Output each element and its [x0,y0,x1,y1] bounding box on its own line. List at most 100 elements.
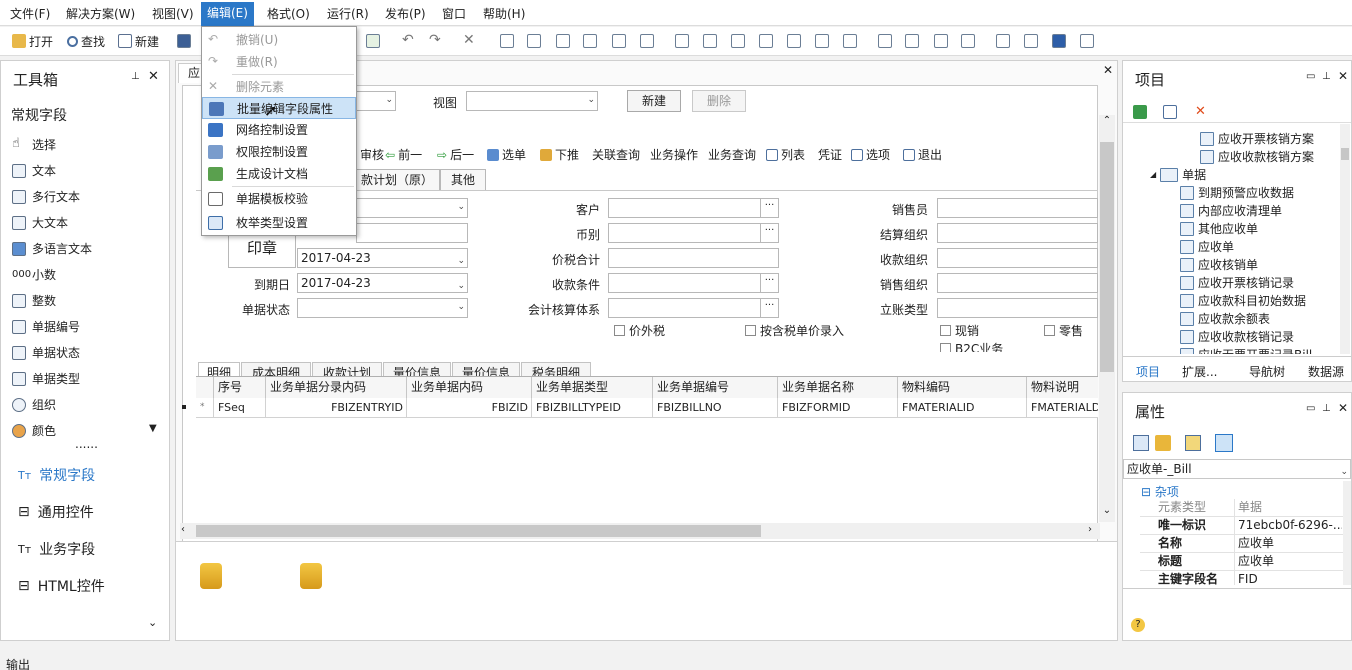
total-field[interactable] [608,248,779,268]
tree-item[interactable]: 应收款科目初始数据 [1180,292,1306,309]
btn-business-query[interactable]: 业务查询 [708,146,756,163]
object-selector[interactable]: 应收单-_Bill ⌄ [1123,459,1351,479]
field-combo-top[interactable]: ⌄ [356,198,468,218]
category-html[interactable]: ⊟ HTML控件 [18,576,105,596]
undo-icon[interactable]: ↶ [402,33,416,48]
bring-front-icon[interactable] [996,34,1010,48]
chevron-down-icon[interactable]: ▼ [149,423,157,434]
prop-row[interactable]: 名称 应收单 [1140,535,1343,553]
btn-list[interactable]: 列表 [766,146,805,163]
maximize-icon[interactable]: ▭ [1306,71,1315,82]
btn-exit[interactable]: 退出 [903,146,942,163]
prop-row[interactable]: 标题 应收单 [1140,553,1343,571]
pin-icon[interactable]: ⊥ [1322,403,1331,414]
new-button[interactable]: 新建 [118,32,159,50]
lock-icon[interactable] [1052,34,1066,48]
prop-group-misc[interactable]: ⊟ 杂项 [1141,483,1179,500]
menu-view[interactable]: 视图(V) [152,5,194,22]
grid-cell[interactable]: FBIZFORMID [778,398,898,418]
snap-icon[interactable] [934,34,948,48]
copy-icon[interactable] [1163,105,1177,119]
btn-business-op[interactable]: 业务操作 [650,146,698,163]
menu-solution[interactable]: 解决方案(W) [66,5,135,22]
tree-item[interactable]: 应收核销单 [1180,256,1258,273]
btn-audit[interactable]: 审核 [360,146,384,163]
tool-integer[interactable]: 整数 [12,292,56,309]
tool-billno[interactable]: 单据编号 [12,318,80,335]
category-general-controls[interactable]: ⊟ 通用控件 [18,502,94,522]
grid-cell[interactable]: FBIZENTRYID [266,398,407,418]
checkbox-tax-price[interactable]: 按含税单价录入 [745,322,844,339]
align-bottom-icon[interactable] [640,34,654,48]
send-back-icon[interactable] [1024,34,1038,48]
prop-row[interactable]: 唯一标识 71ebcb0f-6296-... [1140,517,1343,535]
menu-item-delete[interactable]: ✕ 删除元素 [202,76,356,98]
grid-col-header[interactable]: 业务单据内码 [407,377,532,398]
grid-cell[interactable]: FBIZBILLTYPEID [532,398,653,418]
menu-format[interactable]: 格式(O) [267,5,310,22]
btn-prev[interactable]: ⇦ 前一 [385,146,422,163]
tool-multiline[interactable]: 多行文本 [12,188,80,205]
layout-icon[interactable] [878,34,892,48]
table-icon[interactable] [961,34,975,48]
grid-col-header[interactable]: 物料编码 [898,377,1027,398]
view-combo[interactable]: ⌄ [466,91,598,111]
tool-bigtext[interactable]: 大文本 [12,214,68,231]
sort-icon[interactable] [1155,435,1171,451]
tool-multilang[interactable]: 多语言文本 [12,240,92,257]
ellipsis-icon[interactable]: ··· [760,274,778,292]
chevron-down-icon[interactable]: ⌄ [1100,505,1114,517]
grid-col-header[interactable]: 业务单据编号 [653,377,778,398]
recv-org-field[interactable] [937,248,1098,268]
database-icon[interactable] [300,563,322,589]
h-scroll-thumb[interactable] [196,525,761,537]
pin-icon[interactable]: ⊥ [131,71,140,82]
tree-item[interactable]: 其他应收单 [1180,220,1258,237]
help-icon[interactable]: ? [1131,618,1145,632]
align-middle-icon[interactable] [612,34,626,48]
chevron-down-icon[interactable]: ⌄ [148,616,157,629]
events-icon[interactable] [1215,434,1233,452]
prop-row[interactable]: 主键字段名 FID [1140,571,1343,585]
prop-row[interactable]: 元素类型 单据 [1140,499,1343,517]
menu-run[interactable]: 运行(R) [327,5,369,22]
due-date-field[interactable]: 2017-04-23 ⌄ [297,273,468,293]
hspace-icon[interactable] [759,34,773,48]
vspace-icon[interactable] [787,34,801,48]
tree-item[interactable]: 应收无票开票记录Bill [1180,346,1312,354]
menu-window[interactable]: 窗口 [442,5,466,22]
tab-nav-tree[interactable]: 导航树 [1249,363,1285,380]
tab-order-icon[interactable] [1080,34,1094,48]
acct-type-field[interactable] [937,298,1098,318]
close-icon[interactable]: ✕ [1103,63,1113,77]
chevron-right-icon[interactable]: › [1088,524,1092,535]
same-size-icon[interactable] [731,34,745,48]
close-icon[interactable]: ✕ [1338,69,1348,83]
menu-item-batch-edit[interactable]: 批量编辑字段属性 [202,97,356,119]
menu-help[interactable]: 帮助(H) [483,5,525,22]
tree-scroll-thumb[interactable] [1341,148,1349,160]
scroll-thumb[interactable] [1100,142,1114,372]
menu-item-redo[interactable]: ↷ 重做(R) [202,51,356,73]
btn-voucher[interactable]: 凭证 [818,146,842,163]
ellipsis-icon[interactable]: ··· [760,224,778,242]
tree-item[interactable]: 应收单 [1180,238,1234,255]
acct-system-field[interactable]: ··· [608,298,779,318]
menu-item-undo[interactable]: ↶ 撤销(U) [202,29,356,51]
grid-cell[interactable]: FBIZBILLNO [653,398,778,418]
btn-next[interactable]: ⇨ 后一 [437,146,474,163]
ellipsis-icon[interactable]: ··· [760,299,778,317]
checkbox-cash-sale[interactable]: 现销 [940,322,979,339]
combo-1[interactable]: ⌄ [356,91,396,111]
export-icon[interactable] [366,34,380,48]
tree-item[interactable]: 应收开票核销记录 [1180,274,1294,291]
refresh-icon[interactable] [1133,105,1147,119]
output-label[interactable]: 输出 [6,656,30,670]
salesman-field[interactable] [937,198,1098,218]
chevron-left-icon[interactable]: ‹ [181,524,185,535]
tool-color[interactable]: 颜色 [12,422,56,439]
property-pages-icon[interactable] [1185,435,1201,451]
btn-link-query[interactable]: 关联查询 [592,146,640,163]
align-top-icon[interactable] [583,34,597,48]
pin-icon[interactable]: ⊥ [1322,71,1331,82]
